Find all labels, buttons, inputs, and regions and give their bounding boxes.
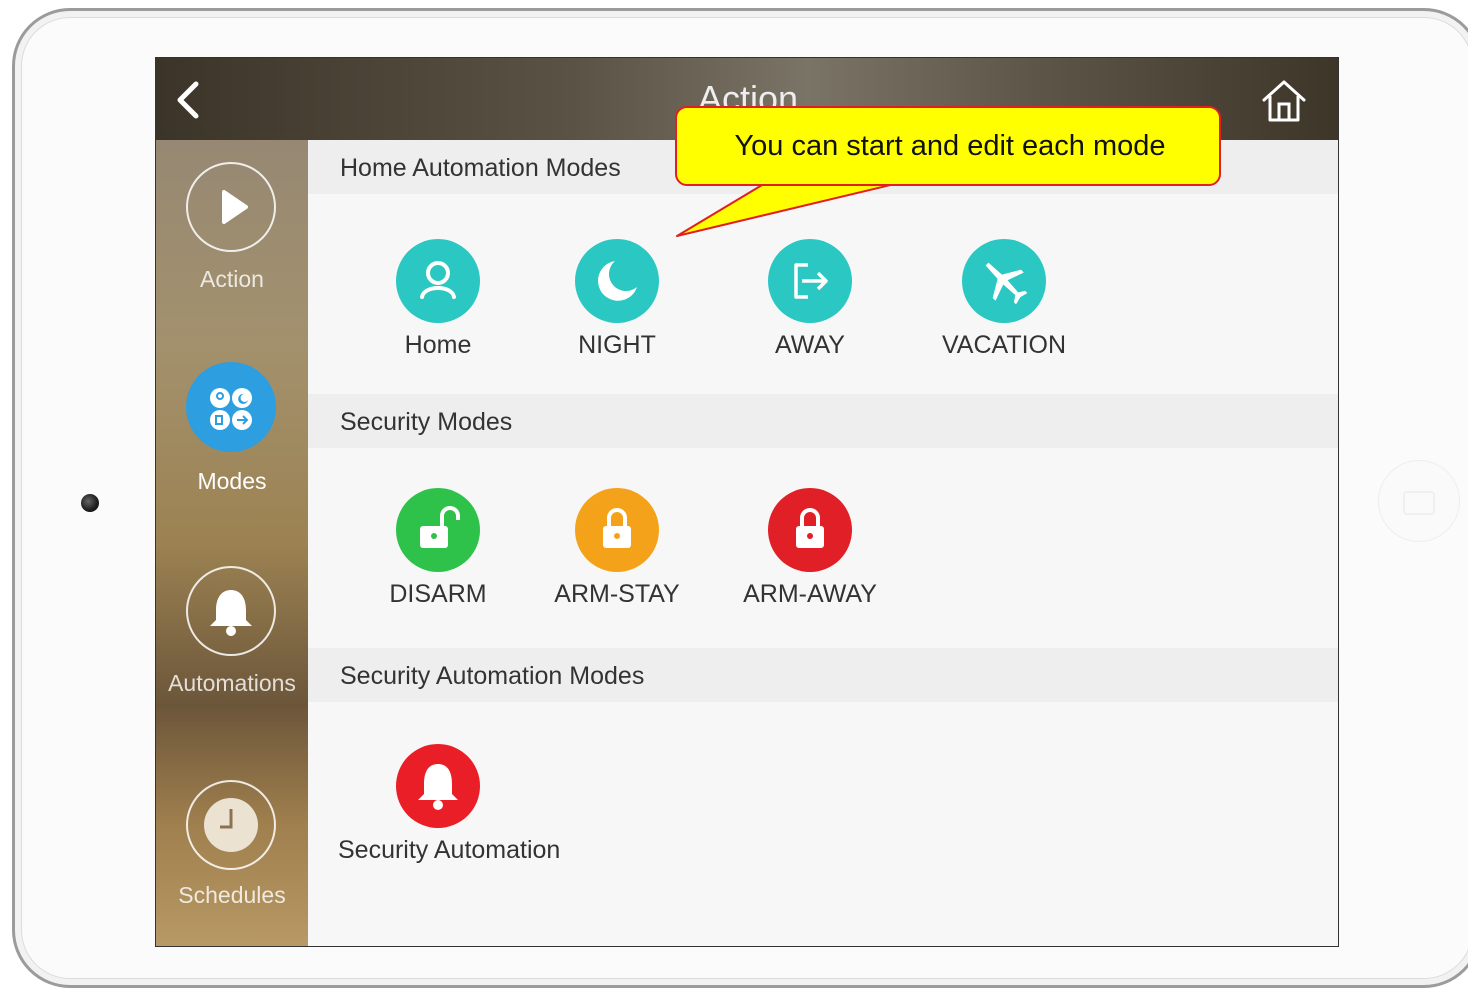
- mode-arm-away[interactable]: ARM-AWAY: [720, 488, 900, 618]
- person-icon: [420, 261, 456, 299]
- mode-label: VACATION: [941, 331, 1067, 359]
- sidebar-item-action[interactable]: Action: [156, 162, 308, 322]
- clock-icon: [204, 798, 258, 852]
- mode-circle: [396, 744, 480, 828]
- airplane-icon: [985, 262, 1028, 305]
- section-title: Security Automation Modes: [340, 662, 645, 690]
- mode-circle: [768, 239, 852, 323]
- mode-circle: [396, 239, 480, 323]
- nav-circle: [186, 780, 276, 870]
- bell-icon: [210, 590, 252, 636]
- mode-label: Security Automation: [338, 836, 561, 864]
- lock-icon: [796, 508, 824, 548]
- sidebar-item-label: Automations: [168, 670, 296, 696]
- section-header-security-automation: Security Automation Modes: [308, 648, 1338, 702]
- mode-arm-stay[interactable]: ARM-STAY: [527, 488, 707, 618]
- exit-icon: [794, 263, 828, 299]
- section-title: Home Automation Modes: [340, 154, 621, 182]
- unlock-icon: [420, 506, 460, 548]
- mode-vacation[interactable]: VACATION: [914, 239, 1094, 369]
- nav-circle: [186, 566, 276, 656]
- mode-night[interactable]: NIGHT: [527, 239, 707, 369]
- hardware-home-button[interactable]: [1378, 460, 1460, 542]
- sidebar-item-label: Schedules: [178, 882, 286, 908]
- mode-label: ARM-AWAY: [743, 580, 877, 608]
- mode-circle: [962, 239, 1046, 323]
- callout-text: You can start and edit each mode: [734, 130, 1166, 162]
- moon-icon: [597, 261, 637, 301]
- sidebar: Action Modes Automations Schedules: [156, 140, 308, 946]
- sidebar-item-automations[interactable]: Automations: [156, 566, 308, 726]
- sidebar-item-label: Modes: [197, 468, 267, 494]
- bell-icon: [418, 764, 458, 810]
- mode-away[interactable]: AWAY: [720, 239, 900, 369]
- section-title: Security Modes: [340, 408, 513, 436]
- nav-circle: [186, 162, 276, 252]
- modes-grid-icon: [210, 388, 252, 430]
- sidebar-item-schedules[interactable]: Schedules: [156, 780, 308, 940]
- sidebar-item-modes[interactable]: Modes: [156, 362, 308, 522]
- mode-circle: [768, 488, 852, 572]
- camera-icon: [81, 494, 99, 512]
- mode-circle: [396, 488, 480, 572]
- play-icon: [222, 190, 248, 224]
- section-header-security: Security Modes: [308, 394, 1338, 448]
- nav-circle: [186, 362, 276, 452]
- callout-pointer: [676, 181, 904, 237]
- mode-security-automation[interactable]: Security Automation: [338, 744, 560, 874]
- sidebar-item-label: Action: [200, 266, 264, 292]
- home-icon[interactable]: [1260, 78, 1308, 126]
- mode-circle: [575, 488, 659, 572]
- callout-bubble: You can start and edit each mode: [675, 106, 1221, 186]
- lock-icon: [603, 508, 631, 548]
- mode-circle: [575, 239, 659, 323]
